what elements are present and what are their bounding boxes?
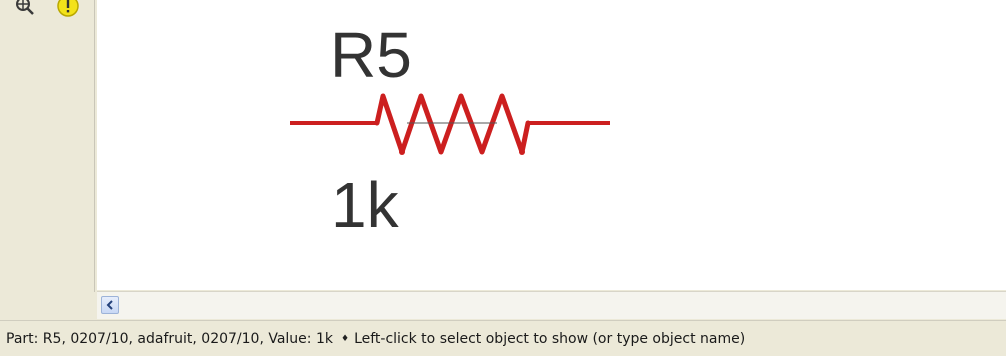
- resistor-zigzag: [374, 93, 531, 155]
- pin-dot-2: [519, 149, 525, 155]
- resistor-symbol[interactable]: [290, 93, 610, 155]
- part-value-label: 1k: [331, 169, 400, 241]
- schematic-drawing: R5 1k: [290, 19, 610, 241]
- info-tool-button[interactable]: [56, 0, 80, 18]
- info-warning-icon: [57, 0, 79, 17]
- show-zoom-icon: [16, 0, 34, 15]
- status-hint: Left-click to select object to show (or …: [354, 330, 746, 347]
- chevron-left-icon: [106, 300, 113, 310]
- status-part-info: Part: R5, 0207/10, adafruit, 0207/10, Va…: [6, 330, 333, 347]
- eagle-schematic-window: R5 1k Part: R5, 0207/10, adafruit, 0207/…: [0, 0, 1006, 356]
- status-bar: Part: R5, 0207/10, adafruit, 0207/10, Va…: [0, 320, 1006, 356]
- command-toolbar: [0, 0, 95, 292]
- show-tool-button[interactable]: [14, 0, 38, 18]
- schematic-canvas[interactable]: R5 1k: [97, 0, 1006, 290]
- scroll-left-button[interactable]: [101, 296, 119, 314]
- part-name-label: R5: [330, 19, 412, 91]
- horizontal-scrollbar[interactable]: [97, 291, 1006, 319]
- status-separator: ♦: [340, 333, 350, 344]
- pin-dot-1: [399, 149, 405, 155]
